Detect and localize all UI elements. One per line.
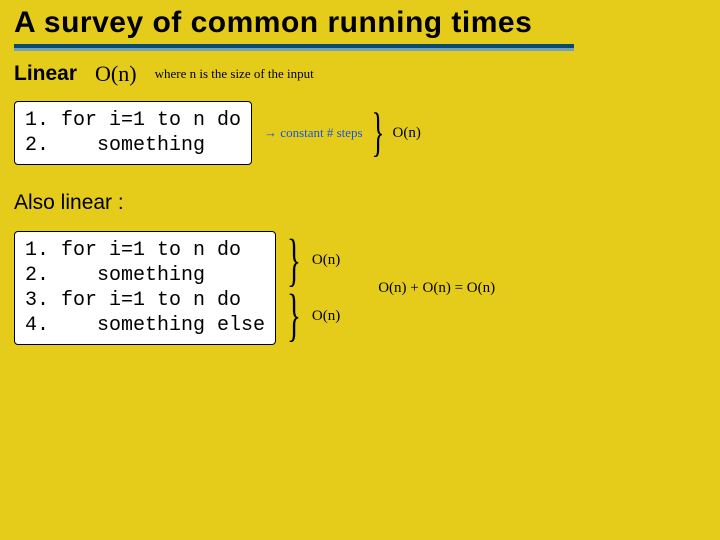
- title-underline: [14, 44, 574, 51]
- brace-icon: }: [287, 295, 301, 336]
- brace-icon: }: [287, 240, 301, 281]
- code-box-1: 1. for i=1 to n do 2. something: [14, 101, 252, 165]
- page-title: A survey of common running times: [14, 6, 706, 40]
- code-box-2: 1. for i=1 to n do 2. something 3. for i…: [14, 231, 276, 345]
- linear-row: Linear O(n) where n is the size of the i…: [14, 61, 706, 87]
- where-note: where n is the size of the input: [155, 66, 314, 82]
- code-row-2: 1. for i=1 to n do 2. something 3. for i…: [14, 231, 706, 345]
- brace-icon: }: [371, 114, 384, 152]
- arrow-note: → constant # steps: [264, 125, 363, 141]
- brace-stack: } }: [284, 233, 304, 343]
- linear-label: Linear: [14, 62, 77, 86]
- on-label-bottom: O(n): [312, 308, 340, 325]
- on-label-1: O(n): [393, 125, 421, 142]
- sum-equation: O(n) + O(n) = O(n): [378, 280, 495, 297]
- code-row-1: 1. for i=1 to n do 2. something → consta…: [14, 101, 706, 165]
- big-o-n-hand: O(n): [95, 61, 137, 87]
- slide: A survey of common running times Linear …: [0, 0, 720, 359]
- on-label-top: O(n): [312, 252, 340, 269]
- on-stack: O(n) O(n): [312, 234, 340, 342]
- also-linear-label: Also linear :: [14, 191, 706, 215]
